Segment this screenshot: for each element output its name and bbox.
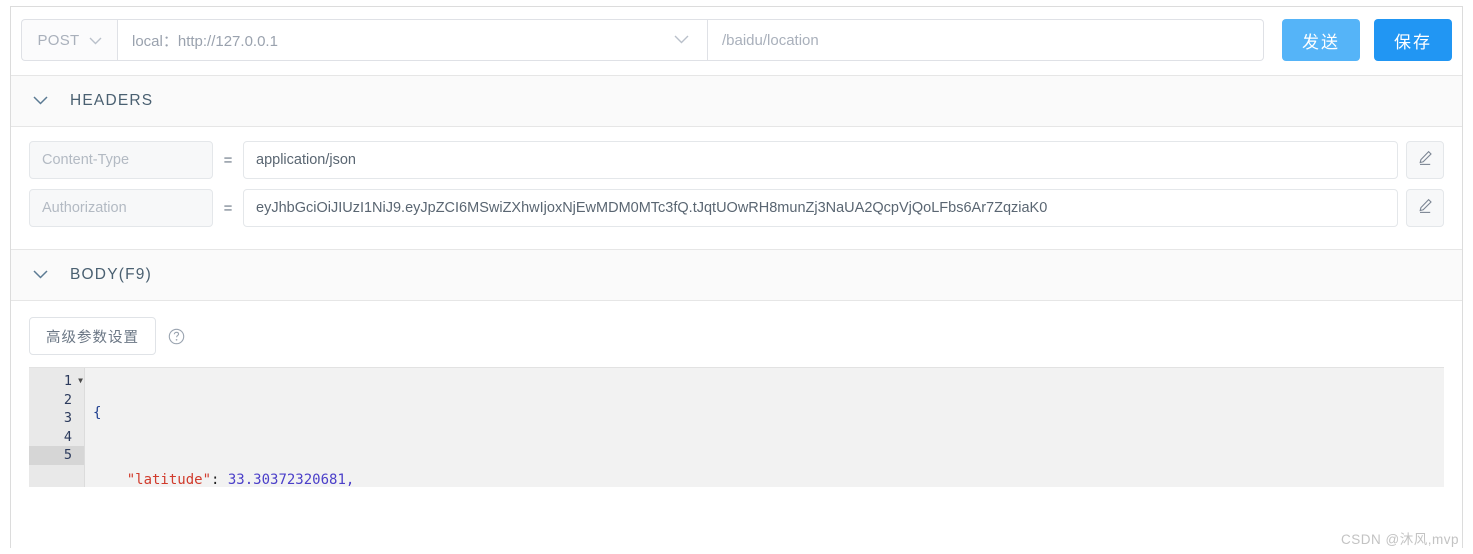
json-value-latitude: 33.30372320681, — [227, 471, 355, 488]
headers-section-toggle[interactable]: HEADERS — [11, 75, 1462, 127]
body-section-title: BODY(F9) — [70, 266, 152, 283]
json-body-editor[interactable]: 1 ▼ 2 3 4 5 { "latitude": 33.30372320681… — [29, 367, 1444, 487]
request-card: POST local：http://127.0.0.1 发送 保存 — [10, 6, 1463, 548]
pencil-icon — [1417, 197, 1434, 219]
header-row: Authorization = eyJhbGciOiJIUzI1NiJ9.eyJ… — [29, 189, 1444, 227]
watermark: CSDN @沐风,mvp — [1341, 532, 1459, 547]
environment-label: local：http://127.0.0.1 — [132, 32, 278, 50]
editor-code-area[interactable]: { "latitude": 33.30372320681, "longitude… — [85, 368, 1444, 487]
chevron-down-icon — [89, 32, 102, 49]
code-line: "latitude": 33.30372320681, — [85, 471, 1444, 488]
line-number: 3 — [63, 410, 72, 426]
request-bar: POST local：http://127.0.0.1 发送 保存 — [11, 7, 1462, 75]
question-circle-icon[interactable] — [168, 328, 185, 345]
header-value-input[interactable]: eyJhbGciOiJIUzI1NiJ9.eyJpZCI6MSwiZXhwIjo… — [243, 189, 1398, 227]
chevron-down-icon — [33, 266, 48, 284]
pencil-icon — [1417, 149, 1434, 171]
advanced-params-button[interactable]: 高级参数设置 — [29, 317, 156, 355]
header-equals-sign: = — [223, 199, 233, 217]
code-fold-icon[interactable]: ▼ — [78, 372, 83, 391]
chevron-down-icon — [33, 92, 48, 110]
line-number: 2 — [63, 391, 72, 408]
header-key-input[interactable]: Content-Type — [29, 141, 213, 179]
api-debug-tool-window: POST local：http://127.0.0.1 发送 保存 — [0, 0, 1473, 554]
json-colon: : — [211, 471, 228, 488]
code-line: { — [85, 404, 1444, 423]
json-key-latitude: "latitude" — [126, 471, 212, 488]
header-key-input[interactable]: Authorization — [29, 189, 213, 227]
editor-line-number-gutter: 1 ▼ 2 3 4 5 — [29, 368, 85, 487]
body-section-toggle[interactable]: BODY(F9) — [11, 249, 1462, 301]
line-number-text: 1 — [63, 373, 72, 389]
chevron-down-icon — [674, 31, 689, 49]
header-equals-sign: = — [223, 151, 233, 169]
json-open-brace: { — [93, 405, 102, 421]
save-button[interactable]: 保存 — [1374, 19, 1452, 61]
send-button[interactable]: 发送 — [1282, 19, 1360, 61]
line-number: 1 ▼ — [29, 372, 84, 391]
header-edit-button[interactable] — [1406, 189, 1444, 227]
body-content: 高级参数设置 1 ▼ 2 3 4 5 {"latitude": 33.3037… — [11, 301, 1462, 487]
header-row: Content-Type = application/json — [29, 141, 1444, 179]
header-edit-button[interactable] — [1406, 141, 1444, 179]
headers-section-title: HEADERS — [70, 92, 154, 109]
line-number: 5 — [29, 446, 84, 465]
header-value-input[interactable]: application/json — [243, 141, 1398, 179]
environment-select[interactable]: local：http://127.0.0.1 — [117, 19, 708, 61]
line-number: 4 — [63, 428, 72, 445]
headers-list: Content-Type = application/json Authoriz… — [11, 127, 1462, 249]
http-method-label: POST — [37, 31, 80, 49]
advanced-settings-row: 高级参数设置 — [29, 317, 1444, 355]
http-method-select[interactable]: POST — [21, 19, 117, 61]
request-path-input[interactable] — [708, 19, 1264, 61]
